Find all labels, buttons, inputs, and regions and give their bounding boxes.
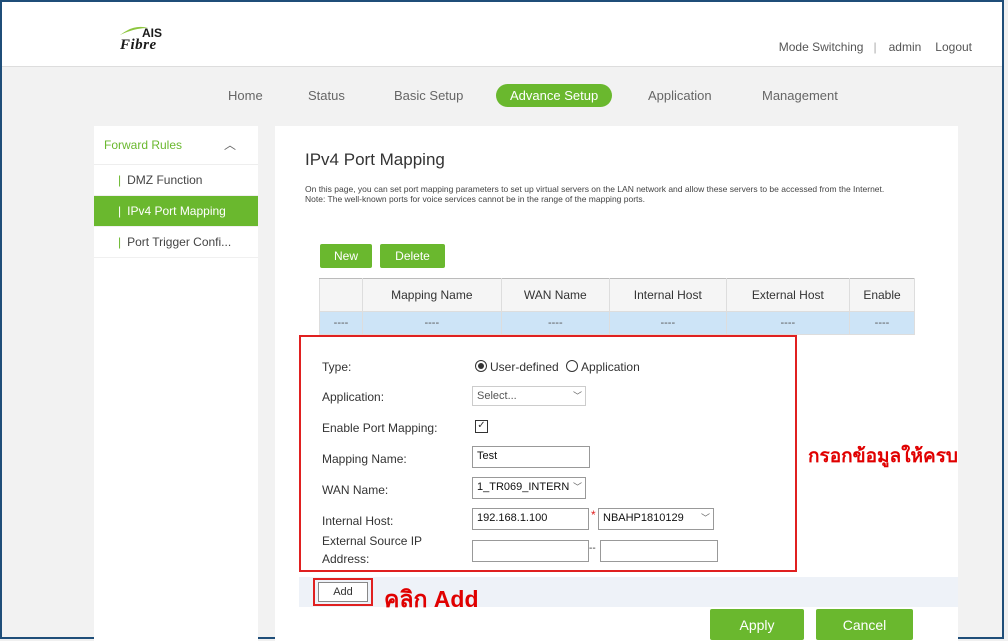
main-nav: Home Status Basic Setup Advance Setup Ap… xyxy=(2,84,1002,108)
column-header-external-host: External Host xyxy=(725,278,851,312)
table-cell: ---- xyxy=(608,311,727,335)
external-ip-end-input[interactable] xyxy=(600,540,718,562)
mapping-name-label: Mapping Name: xyxy=(322,452,407,466)
column-header-wan-name: WAN Name xyxy=(500,278,610,312)
item-marker: | xyxy=(118,235,122,249)
logout-link[interactable]: Logout xyxy=(935,40,972,54)
type-label: Type: xyxy=(322,360,352,374)
wan-name-select[interactable]: 1_TR069_INTERN ﹀ xyxy=(472,477,586,499)
application-select[interactable]: Select... ﹀ xyxy=(472,386,586,406)
sidebar-item-port-trigger[interactable]: | Port Trigger Confi... xyxy=(94,227,258,258)
table-cell: ---- xyxy=(362,311,502,335)
top-bar: AIS Fibre Mode Switching | admin Logout xyxy=(2,2,1002,67)
page-title: IPv4 Port Mapping xyxy=(305,150,445,169)
column-header-internal-host: Internal Host xyxy=(608,278,727,312)
cancel-button[interactable]: Cancel xyxy=(816,609,913,640)
mapping-name-input[interactable]: Test xyxy=(472,446,590,468)
ip-range-separator: -- xyxy=(589,543,596,554)
admin-user-link[interactable]: admin xyxy=(889,40,922,54)
page-description: On this page, you can set port mapping p… xyxy=(305,184,925,204)
chevron-down-icon: ﹀ xyxy=(700,513,710,523)
nav-management[interactable]: Management xyxy=(762,88,838,103)
table-header-row: Mapping Name WAN Name Internal Host Exte… xyxy=(319,278,915,312)
mode-switching-link[interactable]: Mode Switching xyxy=(779,40,864,54)
chevron-up-icon: ︿ xyxy=(223,138,236,152)
sidebar: Forward Rules ︿ | DMZ Function | IPv4 Port… xyxy=(94,126,258,641)
wan-name-label: WAN Name: xyxy=(322,483,389,497)
table-cell: ---- xyxy=(500,311,610,335)
apply-button[interactable]: Apply xyxy=(710,609,804,640)
add-button[interactable]: Add xyxy=(318,582,368,602)
enable-port-mapping-label: Enable Port Mapping: xyxy=(322,421,438,435)
external-source-ip-label-line1: External Source IP xyxy=(322,534,423,548)
chevron-down-icon: ﹀ xyxy=(572,482,582,492)
sidebar-item-label: Port Trigger Confi... xyxy=(127,235,232,249)
item-marker: | xyxy=(118,173,122,187)
chevron-down-icon: ﹀ xyxy=(572,391,582,401)
table-row[interactable]: ---- ---- ---- ---- ---- ---- xyxy=(319,311,915,335)
header-links: Mode Switching | admin Logout xyxy=(771,40,972,54)
internal-host-device-value: NBAHP1810129 xyxy=(603,512,684,524)
nav-status[interactable]: Status xyxy=(308,88,345,103)
radio-application-label: Application xyxy=(581,360,640,374)
table-cell: ---- xyxy=(849,311,915,335)
table-cell: ---- xyxy=(725,311,851,335)
internal-host-input[interactable]: 192.168.1.100 xyxy=(472,508,589,530)
wan-name-select-value: 1_TR069_INTERN xyxy=(477,481,570,493)
column-header-enable: Enable xyxy=(849,278,915,312)
note-text: Note: The well-known ports for voice ser… xyxy=(305,194,646,204)
sidebar-section-label: Forward Rules xyxy=(104,138,183,152)
logo-fibre-text: Fibre xyxy=(120,37,157,53)
application-label: Application: xyxy=(322,390,385,404)
required-marker: * xyxy=(591,508,596,522)
radio-user-defined-label: User-defined xyxy=(490,360,559,374)
sidebar-item-dmz[interactable]: | DMZ Function xyxy=(94,165,258,196)
fill-info-annotation: กรอกข้อมูลให้ครบ xyxy=(808,446,958,467)
header-divider: | xyxy=(873,40,877,54)
nav-basic-setup[interactable]: Basic Setup xyxy=(394,88,463,103)
table-cell: ---- xyxy=(319,311,363,335)
sidebar-item-ipv4-port-mapping[interactable]: | IPv4 Port Mapping xyxy=(94,196,258,227)
sidebar-item-label: DMZ Function xyxy=(127,173,203,187)
item-marker: | xyxy=(118,204,122,218)
external-source-ip-label-line2: Address: xyxy=(322,552,370,566)
delete-button[interactable]: Delete xyxy=(380,244,445,268)
sidebar-section-forward-rules[interactable]: Forward Rules ︿ xyxy=(94,126,258,165)
new-button[interactable]: New xyxy=(320,244,372,268)
select-column-header xyxy=(319,278,363,312)
radio-application[interactable] xyxy=(566,360,579,372)
external-ip-start-input[interactable] xyxy=(472,540,589,562)
description-text: On this page, you can set port mapping p… xyxy=(305,184,885,194)
radio-user-defined[interactable] xyxy=(475,360,487,372)
application-select-value: Select... xyxy=(477,390,517,402)
internal-host-label: Internal Host: xyxy=(322,514,394,528)
nav-advance-setup[interactable]: Advance Setup xyxy=(496,84,613,107)
sidebar-item-label: IPv4 Port Mapping xyxy=(127,204,226,218)
enable-port-mapping-checkbox[interactable]: ✓ xyxy=(475,420,488,433)
nav-application[interactable]: Application xyxy=(648,88,712,103)
port-mapping-table: Mapping Name WAN Name Internal Host Exte… xyxy=(319,278,915,335)
type-radio-group: User-defined Application xyxy=(475,360,640,374)
internal-host-device-select[interactable]: NBAHP1810129 ﹀ xyxy=(598,508,714,530)
column-header-mapping-name: Mapping Name xyxy=(362,278,502,312)
click-add-annotation: คลิก Add xyxy=(384,586,479,612)
nav-home[interactable]: Home xyxy=(228,88,263,103)
